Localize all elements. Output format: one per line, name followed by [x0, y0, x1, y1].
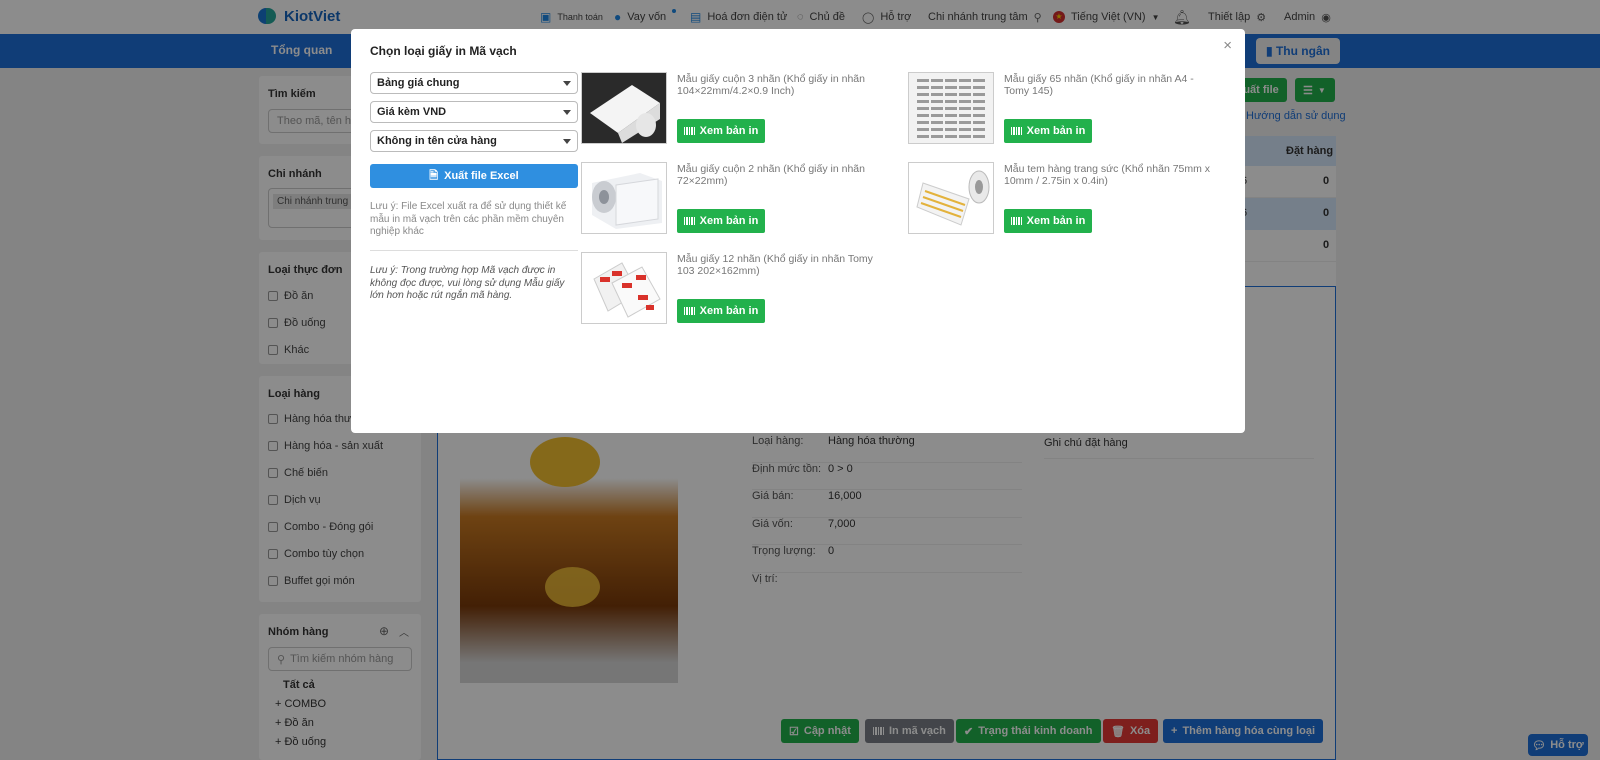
barcode-paper-modal: Chọn loại giấy in Mã vạch × Bảng giá chu… — [351, 29, 1245, 433]
excel-note: Lưu ý: File Excel xuất ra để sử dụng thi… — [370, 201, 567, 237]
template-name: Mẫu giấy 65 nhãn (Khổ giấy in nhãn A4 - … — [1004, 73, 1194, 97]
template-name: Mẫu giấy 12 nhãn (Khổ giấy in nhãn Tomy … — [677, 253, 873, 277]
template-thumbnail[interactable] — [908, 72, 994, 144]
modal-title: Chọn loại giấy in Mã vạch — [370, 44, 517, 58]
view-print-button[interactable]: Xem bản in — [1004, 119, 1092, 143]
price-book-select[interactable]: Bảng giá chung — [370, 72, 578, 94]
currency-select[interactable]: Giá kèm VND — [370, 101, 578, 123]
caret-down-icon — [563, 81, 571, 86]
template-thumbnail[interactable] — [581, 252, 667, 324]
template-name: Mẫu giấy cuộn 3 nhãn (Khổ giấy in nhãn 1… — [677, 73, 865, 97]
view-print-button[interactable]: Xem bản in — [677, 209, 765, 233]
template-name: Mẫu tem hàng trang sức (Khổ nhãn 75mm x … — [1004, 163, 1211, 187]
template-thumbnail[interactable] — [908, 162, 994, 234]
template-name: Mẫu giấy cuộn 2 nhãn (Khổ giấy in nhãn 7… — [677, 163, 865, 187]
barcode-icon — [1010, 217, 1022, 225]
barcode-note: Lưu ý: Trong trường hợp Mã vạch được in … — [370, 265, 565, 301]
caret-down-icon — [563, 110, 571, 115]
barcode-icon — [683, 217, 695, 225]
template-thumbnail[interactable] — [581, 162, 667, 234]
close-icon[interactable]: × — [1223, 37, 1232, 54]
view-print-button[interactable]: Xem bản in — [677, 299, 765, 323]
barcode-icon — [683, 307, 695, 315]
file-icon: 🗎 — [429, 169, 439, 182]
template-thumbnail[interactable] — [581, 72, 667, 144]
divider — [370, 250, 578, 251]
view-print-button[interactable]: Xem bản in — [677, 119, 765, 143]
caret-down-icon — [563, 139, 571, 144]
store-name-select[interactable]: Không in tên cửa hàng — [370, 130, 578, 152]
barcode-icon — [683, 127, 695, 135]
barcode-icon — [1010, 127, 1022, 135]
export-excel-button[interactable]: 🗎 Xuất file Excel — [370, 164, 578, 188]
view-print-button[interactable]: Xem bản in — [1004, 209, 1092, 233]
